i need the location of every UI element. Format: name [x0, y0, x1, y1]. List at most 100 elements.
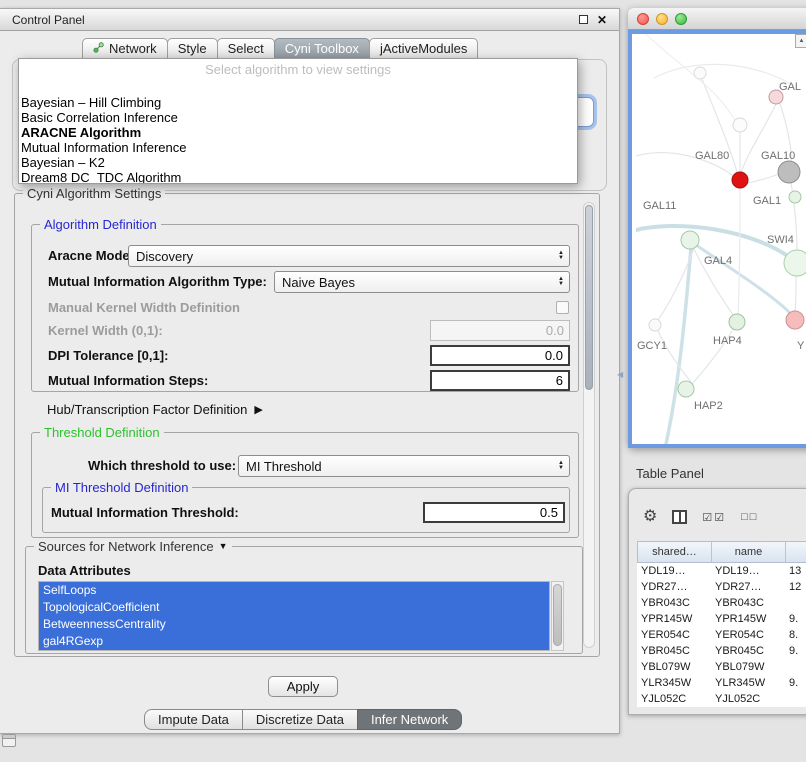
network-node[interactable]	[729, 314, 745, 330]
close-traffic-light-icon[interactable]	[637, 13, 649, 25]
table-column-header[interactable]: name	[712, 542, 786, 562]
table-row[interactable]: YBL079WYBL079W	[637, 659, 806, 675]
table-row[interactable]: YPR145WYPR145W9.	[637, 611, 806, 627]
tab-infer-network[interactable]: Infer Network	[357, 709, 462, 730]
mi-threshold-label: Mutual Information Threshold:	[51, 502, 239, 524]
table-column-header[interactable]	[786, 542, 806, 562]
sources-group-toggle[interactable]: Sources for Network Inference ▼	[34, 539, 232, 554]
threshold-definition-title: Threshold Definition	[40, 425, 164, 440]
table-row[interactable]: YBR043CYBR043C	[637, 595, 806, 611]
table-cell: 9.	[785, 643, 806, 659]
data-attribute-item[interactable]: SelfLoops	[39, 582, 549, 599]
tab-impute-data[interactable]: Impute Data	[144, 709, 243, 730]
network-node[interactable]	[732, 172, 748, 188]
sources-label: Sources for Network Inference	[38, 539, 214, 554]
network-window-titlebar[interactable]	[628, 8, 806, 30]
columns-icon[interactable]	[672, 510, 687, 524]
dpi-tolerance-field[interactable]: 0.0	[430, 345, 570, 366]
data-attributes-list: SelfLoopsTopologicalCoefficientBetweenne…	[38, 581, 550, 651]
table-row[interactable]: YJL052CYJL052C	[637, 691, 806, 707]
data-attribute-item[interactable]: gal4RGexp	[39, 633, 549, 650]
tab-select[interactable]: Select	[217, 38, 275, 59]
algorithm-option[interactable]: Bayesian – K2	[19, 155, 577, 170]
tab-cyni-toolbox[interactable]: Cyni Toolbox	[274, 38, 370, 59]
algorithm-option[interactable]: Mutual Information Inference	[19, 140, 577, 155]
network-node[interactable]	[649, 319, 661, 331]
network-canvas[interactable]: GALGAL80GAL10GAL11GAL1SWI4GAL4GCY1HAP4YH…	[628, 30, 806, 448]
float-window-icon[interactable]	[579, 15, 588, 24]
table-row[interactable]: YDL19…YDL19…13	[637, 563, 806, 579]
tab-label: Style	[178, 41, 207, 56]
attributes-list-scrollbar[interactable]	[551, 581, 564, 651]
kernel-width-value: 0.0	[546, 323, 564, 338]
algorithm-dropdown-popup: Select algorithm to view settings Bayesi…	[18, 58, 578, 184]
aracne-mode-select[interactable]: Discovery ▲▼	[128, 245, 570, 267]
sources-group: Sources for Network Inference ▼ Data Att…	[25, 546, 583, 654]
pane-splitter-arrow[interactable]: ◀	[617, 370, 623, 379]
network-node[interactable]	[784, 250, 806, 276]
algorithm-option-list: Bayesian – Hill ClimbingBasic Correlatio…	[19, 95, 577, 184]
tab-jactivemodules[interactable]: jActiveModules	[369, 38, 478, 59]
network-node[interactable]	[789, 191, 801, 203]
scrollbar-thumb[interactable]	[585, 205, 593, 390]
table-cell: YBL079W	[637, 659, 711, 675]
table-cell	[785, 691, 806, 707]
table-column-header[interactable]: shared…	[638, 542, 712, 562]
algorithm-definition-group: Algorithm Definition Aracne Mode: Discov…	[31, 224, 579, 392]
settings-scrollbar[interactable]	[583, 202, 595, 648]
algorithm-option[interactable]: Dream8 DC_TDC Algorithm	[19, 170, 577, 184]
algorithm-option[interactable]: Basic Correlation Inference	[19, 110, 577, 125]
network-edge	[738, 188, 740, 314]
apply-button[interactable]: Apply	[268, 676, 338, 697]
tab-style[interactable]: Style	[167, 38, 218, 59]
tab-network[interactable]: Network	[82, 38, 168, 59]
minimize-traffic-light-icon[interactable]	[656, 13, 668, 25]
network-edge	[748, 174, 779, 183]
control-panel-window: Control Panel ✕ Network Style Select Cyni T…	[0, 8, 620, 734]
table-cell: YDR27…	[711, 579, 785, 595]
network-node[interactable]	[778, 161, 800, 183]
collapse-down-icon: ▼	[219, 539, 228, 554]
node-label: GAL11	[643, 200, 676, 212]
network-node[interactable]	[678, 381, 694, 397]
node-label: HAP4	[713, 335, 742, 347]
mi-steps-label: Mutual Information Steps:	[48, 370, 208, 392]
desktop: Control Panel ✕ Network Style Select Cyni T…	[0, 0, 806, 762]
hub-definition-toggle[interactable]: Hub/Transcription Factor Definition ▶	[47, 402, 263, 417]
minimized-panel-icon[interactable]	[2, 734, 16, 747]
aracne-mode-label: Aracne Mode:	[48, 245, 134, 267]
table-row[interactable]: YDR27…YDR27…12	[637, 579, 806, 595]
mi-threshold-field[interactable]: 0.5	[423, 502, 565, 523]
algorithm-option[interactable]: ARACNE Algorithm	[19, 125, 577, 140]
gear-icon[interactable]: ⚙	[643, 509, 657, 525]
select-all-columns-icon[interactable]: ☑☑	[702, 511, 726, 524]
table-body: YDL19…YDL19…13YDR27…YDR27…12YBR043CYBR04…	[637, 563, 806, 707]
mi-steps-field[interactable]: 6	[430, 370, 570, 391]
tab-label: Select	[228, 41, 264, 56]
network-node[interactable]	[733, 118, 747, 132]
which-threshold-select[interactable]: MI Threshold ▲▼	[238, 455, 570, 477]
node-label: GAL80	[695, 150, 729, 162]
data-attribute-item[interactable]: BetweennessCentrality	[39, 616, 549, 633]
algorithm-dropdown-placeholder: Select algorithm to view settings	[19, 61, 577, 79]
control-panel-titlebar[interactable]: Control Panel ✕	[0, 9, 619, 31]
network-node[interactable]	[694, 67, 706, 79]
table-cell: YBL079W	[711, 659, 785, 675]
table-cell: YER054C	[711, 627, 785, 643]
table-row[interactable]: YER054CYER054C8.	[637, 627, 806, 643]
network-node[interactable]	[786, 311, 804, 329]
close-icon[interactable]: ✕	[597, 14, 607, 26]
combo-arrows-icon: ▲▼	[553, 277, 569, 287]
table-row[interactable]: YBR045CYBR045C9.	[637, 643, 806, 659]
zoom-traffic-light-icon[interactable]	[675, 13, 687, 25]
table-row[interactable]: YLR345WYLR345W9.	[637, 675, 806, 691]
scrollbar-thumb[interactable]	[553, 584, 562, 646]
network-scroll-up-button[interactable]: ▲	[795, 34, 806, 48]
algorithm-option[interactable]: Bayesian – Hill Climbing	[19, 95, 577, 110]
hub-definition-label: Hub/Transcription Factor Definition	[47, 402, 247, 417]
deselect-all-columns-icon[interactable]: □□	[741, 511, 758, 523]
network-node[interactable]	[681, 231, 699, 249]
tab-discretize-data[interactable]: Discretize Data	[242, 709, 358, 730]
mi-algorithm-type-select[interactable]: Naive Bayes ▲▼	[274, 271, 570, 293]
data-attribute-item[interactable]: TopologicalCoefficient	[39, 599, 549, 616]
